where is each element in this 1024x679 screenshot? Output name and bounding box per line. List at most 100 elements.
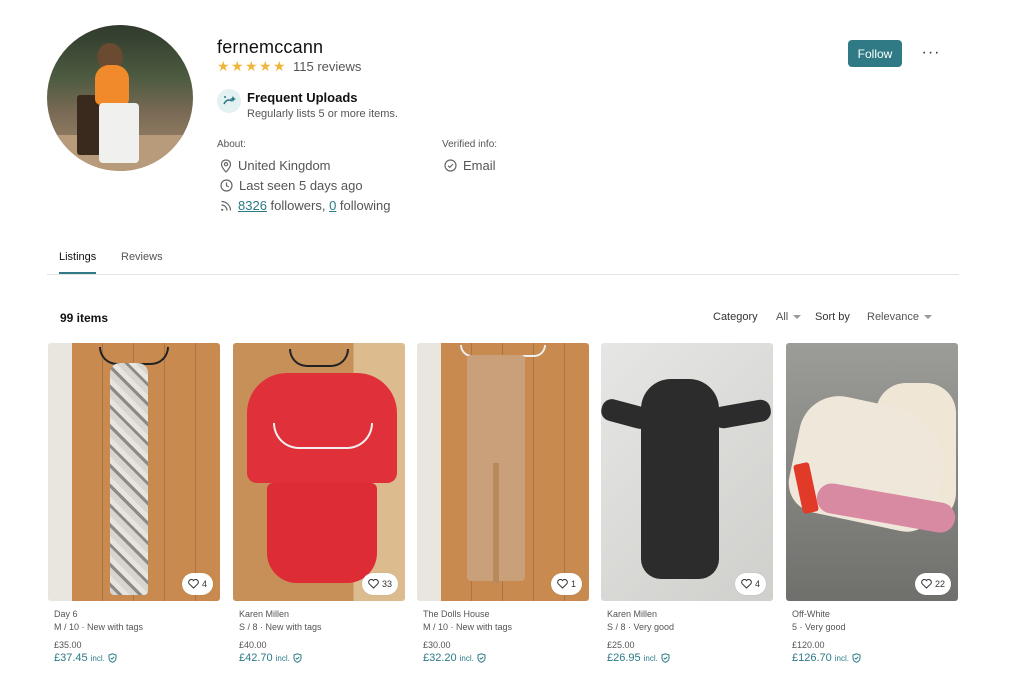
item-price: £25.00 [607,640,635,650]
heart-icon [557,579,568,589]
sort-label: Sort by [815,311,850,323]
sort-value: Relevance [867,311,919,323]
item-card[interactable]: 4 Day 6 M / 10 · New with tags £35.00 £3… [48,343,220,664]
star-icon: ★ [217,58,230,74]
incl-label: incl. [643,653,658,663]
clock-icon [220,179,233,192]
location-pin-icon [220,158,232,173]
item-meta: M / 10 · New with tags [423,622,513,632]
verified-email-row: Email [444,158,496,173]
category-label: Category [713,311,758,323]
favorite-button[interactable]: 4 [181,573,213,595]
followers-link[interactable]: 8326 [238,198,267,213]
tab-listings[interactable]: Listings [59,251,97,274]
item-brand: Karen Millen [239,609,290,619]
rss-icon [221,200,232,211]
item-card[interactable]: 1 The Dolls House M / 10 · New with tags… [417,343,589,664]
favorite-count: 22 [934,579,945,589]
item-card[interactable]: 33 Karen Millen S / 8 · New with tags £4… [233,343,405,664]
location-text: United Kingdom [238,158,331,173]
heart-icon [741,579,752,589]
shield-icon [293,653,302,663]
followers-label: followers, [266,198,330,213]
favorite-count: 4 [201,579,207,589]
item-price: £30.00 [423,640,451,650]
favorite-button[interactable]: 1 [550,573,582,595]
shield-icon [661,653,670,663]
star-icon: ★ [231,58,244,74]
item-photo[interactable]: 22 [786,343,958,601]
incl-label: incl. [459,653,474,663]
heart-icon [368,579,379,589]
favorite-button[interactable]: 33 [361,573,398,595]
profile-tabs: Listings Reviews [47,246,959,275]
check-circle-icon [444,159,457,172]
incl-label: incl. [275,653,290,663]
chevron-down-icon [793,315,802,319]
following-link[interactable]: 0 [329,198,336,213]
badge-subtitle: Regularly lists 5 or more items. [247,108,398,120]
item-total-price: £26.95 incl. [607,652,773,664]
favorite-button[interactable]: 22 [914,573,951,595]
sort-dropdown[interactable]: Relevance [867,311,932,323]
shield-icon [477,653,486,663]
profile-avatar [47,25,193,171]
item-price: £120.00 [792,640,825,650]
item-price: £35.00 [54,640,82,650]
total-value: £26.95 [607,652,641,664]
incl-label: incl. [834,653,849,663]
about-label: About: [217,139,246,150]
favorite-button[interactable]: 4 [734,573,766,595]
star-icon: ★ [259,58,272,74]
favorite-count: 33 [381,579,392,589]
category-dropdown[interactable]: All [776,311,802,323]
incl-label: incl. [90,653,105,663]
item-brand: Off-White [792,609,830,619]
last-seen-row: Last seen 5 days ago [220,178,363,193]
item-photo[interactable]: 1 [417,343,589,601]
item-brand: The Dolls House [423,609,490,619]
item-photo[interactable]: 33 [233,343,405,601]
last-seen-text: Last seen 5 days ago [239,178,363,193]
favorite-count: 4 [754,579,760,589]
shield-icon [852,653,861,663]
heart-icon [188,579,199,589]
heart-icon [921,579,932,589]
tab-reviews[interactable]: Reviews [121,251,163,272]
item-meta: S / 8 · Very good [607,622,675,632]
item-total-price: £32.20 incl. [423,652,589,664]
star-icon: ★ [245,58,258,74]
total-value: £37.45 [54,652,88,664]
shield-icon [108,653,117,663]
item-card[interactable]: 4 Karen Millen S / 8 · Very good £25.00 … [601,343,773,664]
items-count: 99 items [60,311,109,325]
rating[interactable]: ★ ★ ★ ★ ★ 115 reviews [217,59,361,74]
more-options-icon[interactable]: ··· [920,44,942,66]
item-total-price: £37.45 incl. [54,652,220,664]
verified-email-text: Email [463,158,496,173]
frequent-uploads-icon [217,89,241,113]
total-value: £42.70 [239,652,273,664]
item-brand: Karen Millen [607,609,658,619]
total-value: £126.70 [792,652,832,664]
total-value: £32.20 [423,652,457,664]
badge-title: Frequent Uploads [247,90,358,105]
profile-username: fernemccann [217,37,324,57]
item-meta: M / 10 · New with tags [54,622,144,632]
reviews-count[interactable]: 115 reviews [293,59,361,74]
item-total-price: £42.70 incl. [239,652,405,664]
item-card[interactable]: 22 Off-White 5 · Very good £120.00 £126.… [786,343,958,664]
follow-button[interactable]: Follow [848,40,902,67]
category-value: All [776,311,789,323]
item-price: £40.00 [239,640,267,650]
star-icon: ★ [273,58,286,74]
item-total-price: £126.70 incl. [792,652,958,664]
following-label: following [336,198,391,213]
chevron-down-icon [923,315,932,319]
item-brand: Day 6 [54,609,78,619]
item-photo[interactable]: 4 [601,343,773,601]
verified-label: Verified info: [442,139,498,150]
item-meta: 5 · Very good [792,622,846,632]
location-row: United Kingdom [220,158,331,173]
item-photo[interactable]: 4 [48,343,220,601]
